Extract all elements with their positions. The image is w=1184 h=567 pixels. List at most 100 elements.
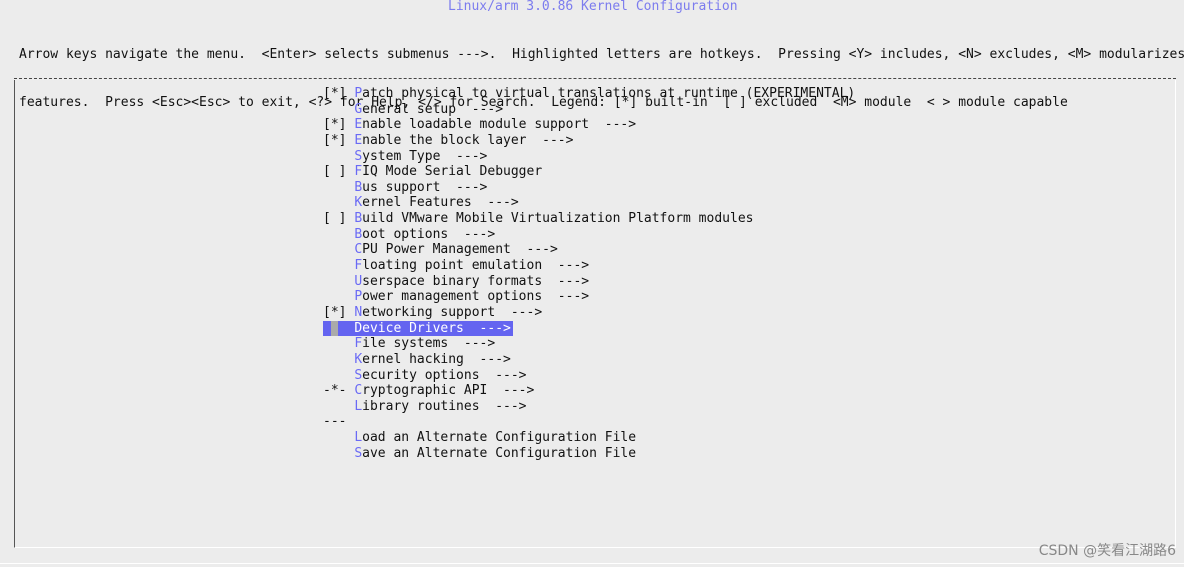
menu-item-hotkey: G: [354, 101, 363, 117]
menu-item-state: [*]: [323, 304, 355, 320]
menu-item-hotkey: P: [354, 86, 363, 101]
menu-item-label: atch physical to virtual translations at…: [362, 86, 856, 101]
menu-item-label: ernel hacking --->: [362, 351, 511, 367]
menu-item[interactable]: -*- Cryptographic API --->: [323, 383, 855, 399]
menu-item[interactable]: Kernel hacking --->: [323, 352, 855, 368]
menu-item-label: serspace binary formats --->: [362, 273, 590, 289]
menu-item[interactable]: [*] Patch physical to virtual translatio…: [323, 86, 855, 102]
menu-item-hotkey: C: [354, 383, 363, 399]
menu-item-state: [323, 352, 354, 367]
menu-item-label: uild VMware Mobile Virtualization Platfo…: [362, 211, 754, 227]
menu-item-hotkey: E: [354, 132, 363, 148]
menu-item[interactable]: Userspace binary formats --->: [323, 274, 855, 290]
menu-item-state: [*]: [323, 132, 355, 148]
menu-item-label: nable loadable module support --->: [362, 117, 637, 133]
menu-item[interactable]: System Type --->: [323, 149, 855, 165]
menu-item-hotkey: B: [354, 226, 363, 242]
menu-item-state: [323, 102, 354, 117]
menu-item-state: [ ]: [323, 164, 355, 180]
cursor: [331, 320, 338, 337]
menu-item-hotkey: N: [354, 304, 363, 320]
menu-item-label: ower management options --->: [362, 289, 590, 305]
menu-item[interactable]: Security options --->: [323, 368, 855, 384]
menu-item-state: [323, 242, 354, 257]
menu-item-state: [*]: [323, 86, 355, 101]
menu-item[interactable]: General setup --->: [323, 102, 855, 118]
menu-item[interactable]: Bus support --->: [323, 180, 855, 196]
menu-item[interactable]: Save an Alternate Configuration File: [323, 446, 855, 462]
menu-list: [*] Patch physical to virtual translatio…: [323, 86, 855, 461]
menu-item[interactable]: CPU Power Management --->: [323, 242, 855, 258]
menu-item-hotkey: D: [354, 320, 363, 336]
menu-top-border: [14, 78, 1176, 79]
menu-item[interactable]: [*] Enable loadable module support --->: [323, 117, 855, 133]
window-title: Linux/arm 3.0.86 Kernel Configuration: [448, 0, 738, 14]
menu-item-label: ystem Type --->: [362, 148, 488, 164]
menu-item[interactable]: [*] Enable the block layer --->: [323, 133, 855, 149]
menu-item[interactable]: Load an Alternate Configuration File: [323, 430, 855, 446]
menu-item-hotkey: P: [354, 289, 363, 305]
bottom-divider: [0, 563, 1184, 564]
menu-item-hotkey: U: [354, 273, 363, 289]
menu-item-label: ave an Alternate Configuration File: [362, 445, 637, 461]
menu-item-hotkey: S: [354, 445, 363, 461]
menu-item-hotkey: L: [354, 398, 363, 414]
menu-item-state: [ ]: [323, 211, 355, 227]
menu-item-label: us support --->: [362, 179, 488, 195]
menu-item-state: [323, 446, 354, 461]
menu-item-hotkey: E: [354, 117, 363, 133]
menu-item-label: oot options --->: [362, 226, 496, 242]
menu-item-hotkey: B: [354, 211, 363, 227]
menu-item-label: IQ Mode Serial Debugger: [362, 164, 543, 180]
menu-item-label: oad an Alternate Configuration File: [362, 430, 637, 446]
menu-item-hotkey: S: [354, 367, 363, 383]
menu-item[interactable]: Floating point emulation --->: [323, 258, 855, 274]
menu-item-label: ibrary routines --->: [362, 398, 527, 414]
menu-item-hotkey: S: [354, 148, 363, 164]
menu-item-label: PU Power Management --->: [362, 242, 558, 258]
menu-item-label: nable the block layer --->: [362, 132, 574, 148]
menu-item-hotkey: K: [354, 351, 363, 367]
menu-item-hotkey: K: [354, 195, 363, 211]
menu-item-hotkey: C: [354, 242, 363, 258]
menu-item[interactable]: [ ] Build VMware Mobile Virtualization P…: [323, 211, 855, 227]
menu-item-state: [323, 336, 354, 351]
menu-item-hotkey: F: [354, 336, 363, 352]
watermark: CSDN @笑看江湖路6: [1038, 543, 1176, 559]
menu-item-state: [323, 289, 354, 304]
menu-item-state: [323, 149, 354, 164]
menu-item-label: eneral setup --->: [362, 101, 504, 117]
menu-item-hotkey: F: [354, 258, 363, 274]
menu-item-state: [*]: [323, 117, 355, 133]
menu-item-label: ile systems --->: [362, 336, 496, 352]
menu-item-state: [323, 321, 354, 336]
menu-item-state: [323, 368, 354, 383]
menu-item-state: [323, 180, 354, 195]
menu-item[interactable]: Library routines --->: [323, 399, 855, 415]
menu-item[interactable]: Kernel Features --->: [323, 195, 855, 211]
menu-item[interactable]: Power management options --->: [323, 289, 855, 305]
menu-item-label: evice Drivers --->: [362, 320, 511, 336]
menu-item-hotkey: L: [354, 430, 363, 446]
menu-item[interactable]: File systems --->: [323, 336, 855, 352]
menu-item-label: ernel Features --->: [362, 195, 519, 211]
menu-item: ---: [323, 414, 855, 430]
menu-item[interactable]: Boot options --->: [323, 227, 855, 243]
menu-item-state: [323, 195, 354, 210]
menu-item[interactable]: [ ] FIQ Mode Serial Debugger: [323, 164, 855, 180]
menu-item-label: ecurity options --->: [362, 367, 527, 383]
menu-item-state: [323, 258, 354, 273]
menu-item-label: loating point emulation --->: [362, 258, 590, 274]
help-line: Arrow keys navigate the menu. <Enter> se…: [19, 47, 1184, 62]
menu-item-label: ryptographic API --->: [362, 383, 535, 399]
menu-item-state: [323, 227, 354, 242]
menu-item-state: -*-: [323, 383, 355, 399]
menu-item-state: ---: [323, 414, 347, 430]
menu-item-state: [323, 430, 354, 445]
menu-item-label: etworking support --->: [362, 304, 543, 320]
menu-item-state: [323, 399, 354, 414]
menu-item-hotkey: B: [354, 179, 363, 195]
menu-item[interactable]: [*] Networking support --->: [323, 305, 855, 321]
menu-item-selected[interactable]: Device Drivers --->: [323, 320, 513, 337]
menu-item-hotkey: F: [354, 164, 363, 180]
